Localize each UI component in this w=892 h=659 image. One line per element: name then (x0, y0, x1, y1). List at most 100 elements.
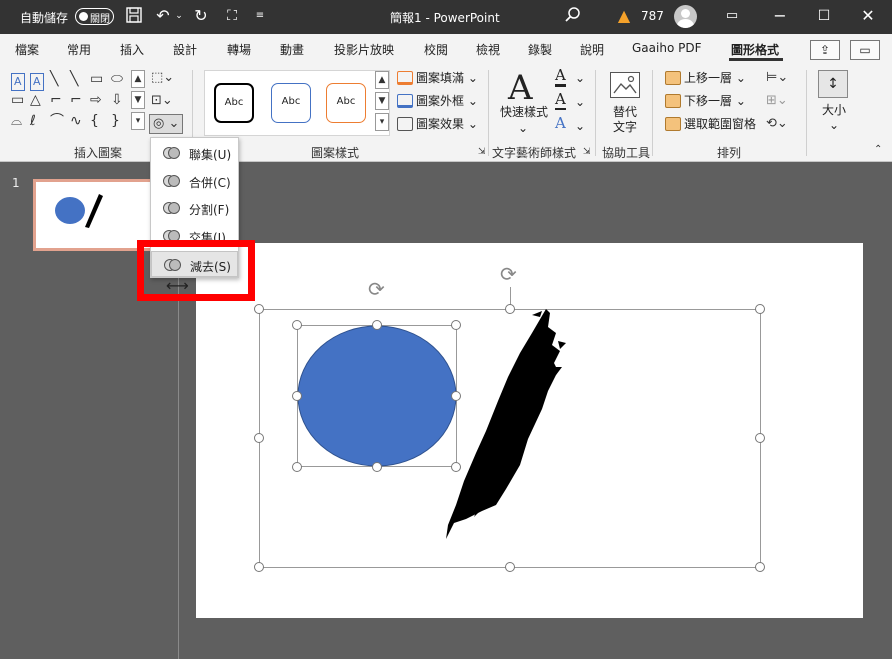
scribble-icon[interactable]: ℓ (30, 113, 36, 129)
alt-text-icon[interactable] (610, 72, 640, 98)
slide-canvas[interactable]: ⟳ ⟳ (196, 243, 863, 618)
rotate-icon[interactable]: ⟲⌄ (766, 116, 788, 132)
triangle-icon[interactable]: △ (30, 92, 41, 108)
shape-outline-button[interactable]: 圖案外框 ⌄ (397, 93, 478, 109)
oval-icon[interactable]: ⬭ (111, 71, 123, 87)
autosave-toggle[interactable]: 關閉 (75, 8, 114, 25)
resize-handle[interactable] (372, 462, 382, 472)
style-preset-blue[interactable]: Abc (271, 83, 311, 123)
align-icon[interactable]: ⊨⌄ (766, 70, 788, 86)
down-arrow-icon[interactable]: ⇩ (111, 92, 123, 108)
resize-handle[interactable] (505, 562, 515, 572)
styles-scroll-down[interactable]: ▼ (375, 92, 389, 110)
shapes-more[interactable]: ▾ (131, 112, 145, 130)
elbow-arrow-icon[interactable]: ⌐ (70, 92, 82, 108)
text-outline-icon[interactable]: A (555, 90, 566, 110)
right-arrow-icon[interactable]: ⇨ (90, 92, 102, 108)
ribbon-display-icon[interactable]: ▭ (722, 6, 742, 26)
menu-item-fragment[interactable]: 分割(F) (151, 195, 238, 221)
dialog-launcher-icon[interactable]: ⇲ (583, 147, 591, 157)
curve-icon[interactable]: ∿ (70, 113, 82, 129)
left-brace-icon[interactable]: { (90, 113, 99, 129)
resize-handle[interactable] (755, 304, 765, 314)
search-icon[interactable] (563, 6, 583, 29)
elbow-connector-icon[interactable]: ⌐ (50, 92, 62, 108)
resize-handle[interactable] (372, 320, 382, 330)
tab-view[interactable]: 檢視 (476, 41, 500, 58)
redo-icon[interactable]: ↻ (191, 6, 211, 26)
tab-slideshow[interactable]: 投影片放映 (334, 41, 394, 58)
resize-handle[interactable] (292, 391, 302, 401)
resize-handle[interactable] (292, 320, 302, 330)
tab-design[interactable]: 設計 (173, 41, 197, 58)
avatar[interactable] (674, 5, 697, 28)
quick-styles-icon[interactable]: A (508, 68, 533, 108)
collapse-ribbon-icon[interactable]: ⌃ (874, 144, 882, 155)
undo-dropdown-icon[interactable]: ⌄ (174, 6, 184, 26)
tab-gaaiho-pdf[interactable]: Gaaiho PDF (632, 41, 701, 55)
tab-help[interactable]: 說明 (580, 41, 604, 58)
styles-scroll-up[interactable]: ▲ (375, 71, 389, 89)
shapes-scroll-down[interactable]: ▼ (131, 91, 145, 109)
shape-effects-button[interactable]: 圖案效果 ⌄ (397, 116, 478, 132)
right-brace-icon[interactable]: } (111, 113, 120, 129)
blue-oval-shape[interactable] (296, 324, 458, 468)
resize-handle[interactable] (451, 391, 461, 401)
resize-handle[interactable] (292, 462, 302, 472)
comments-button[interactable]: ▭ (850, 40, 880, 60)
edit-shape-icon[interactable]: ⬚⌄ (151, 70, 174, 86)
resize-handle[interactable] (755, 562, 765, 572)
rotate-handle-icon[interactable]: ⟳ (500, 264, 517, 284)
quick-styles-label[interactable]: 快速樣式 (500, 104, 548, 120)
arrow-line-icon[interactable]: ╲ (70, 71, 78, 87)
shapes-scroll-up[interactable]: ▲ (131, 70, 145, 88)
black-brush-stroke-shape[interactable] (436, 305, 576, 543)
styles-more[interactable]: ▾ (375, 113, 389, 131)
textbox-icon[interactable]: A (11, 73, 25, 91)
rotate-handle-icon[interactable]: ⟳ (368, 279, 385, 299)
group-icon[interactable]: ⊞⌄ (766, 93, 788, 109)
tab-insert[interactable]: 插入 (120, 41, 144, 58)
size-icon[interactable]: ↕ (818, 70, 848, 98)
minimize-icon[interactable]: − (770, 6, 790, 26)
line-icon[interactable]: ╲ (50, 71, 58, 87)
tab-review[interactable]: 校閱 (424, 41, 448, 58)
share-button[interactable]: ⇪ (810, 40, 840, 60)
save-icon[interactable] (124, 6, 144, 29)
freeform-icon[interactable]: ⌓ (11, 113, 22, 129)
style-preset-orange[interactable]: Abc (326, 83, 366, 123)
undo-icon[interactable]: ↶ (153, 6, 173, 26)
vertical-textbox-icon[interactable]: A (30, 73, 44, 91)
resize-handle[interactable] (254, 304, 264, 314)
close-icon[interactable]: ✕ (858, 6, 878, 26)
resize-handle[interactable] (505, 304, 515, 314)
selection-pane-button[interactable]: 選取範圍窗格 (665, 116, 756, 132)
resize-handle[interactable] (451, 462, 461, 472)
tab-shape-format[interactable]: 圖形格式 (731, 41, 779, 58)
resize-handle[interactable] (254, 562, 264, 572)
bring-forward-button[interactable]: 上移一層 ⌄ (665, 70, 746, 86)
resize-handle[interactable] (755, 433, 765, 443)
menu-item-combine[interactable]: 合併(C) (151, 168, 238, 194)
shapes-gallery[interactable]: A A ╲ ╲ ▭ ⬭ ▭ △ ⌐ ⌐ ⇨ ⇩ ⌓ ℓ ⌒ ∿ { } (8, 71, 132, 131)
tab-file[interactable]: 檔案 (15, 41, 39, 58)
warning-icon[interactable]: ▲ (614, 6, 634, 26)
size-label[interactable]: 大小 (822, 102, 846, 118)
customize-qat-icon[interactable]: ≡ (253, 6, 267, 26)
tab-transitions[interactable]: 轉場 (227, 41, 251, 58)
send-backward-button[interactable]: 下移一層 ⌄ (665, 93, 746, 109)
text-effects-icon[interactable]: A (555, 114, 566, 132)
dialog-launcher-icon[interactable]: ⇲ (478, 147, 486, 157)
rounded-rectangle-icon[interactable]: ▭ (11, 92, 24, 108)
tab-animations[interactable]: 動畫 (280, 41, 304, 58)
maximize-icon[interactable]: ☐ (814, 6, 834, 26)
shape-styles-gallery[interactable]: Abc Abc Abc (204, 70, 390, 136)
style-preset-black[interactable]: Abc (214, 83, 254, 123)
tab-home[interactable]: 常用 (67, 41, 91, 58)
alt-text-label-1[interactable]: 替代 (613, 104, 637, 120)
text-fill-icon[interactable]: A (555, 66, 566, 87)
shape-fill-button[interactable]: 圖案填滿 ⌄ (397, 70, 478, 86)
rectangle-icon[interactable]: ▭ (90, 71, 103, 87)
alt-text-label-2[interactable]: 文字 (613, 119, 637, 135)
arc-icon[interactable]: ⌒ (50, 113, 64, 129)
